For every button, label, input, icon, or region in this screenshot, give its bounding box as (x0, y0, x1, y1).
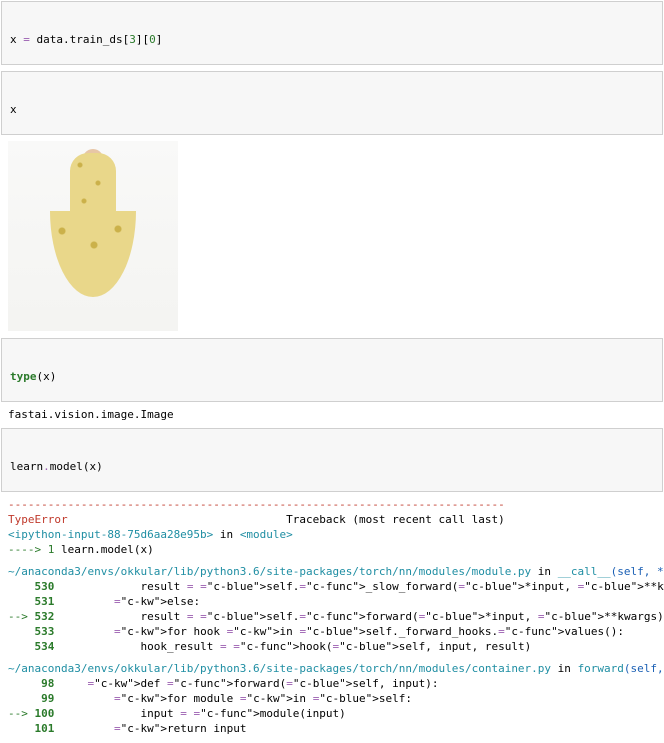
traceback-line: 531 ="c-kw">else: (8, 595, 656, 610)
code-cell-1[interactable]: x = data.train_ds[3][0] (1, 1, 663, 65)
code-cell-4-content: learn.model(x) (10, 460, 654, 473)
traceback-frame0-line: ----> 1 learn.model(x) (8, 543, 656, 558)
traceback-frame1-loc: ~/anaconda3/envs/okkular/lib/python3.6/s… (8, 565, 656, 580)
traceback-line: 99 ="c-kw">for module ="c-kw">in ="c-blu… (8, 692, 656, 707)
output-image-area (0, 135, 664, 337)
code-cell-2[interactable]: x (1, 71, 663, 135)
code-cell-3-content: type(x) (10, 370, 654, 383)
traceback-frame2-loc: ~/anaconda3/envs/okkular/lib/python3.6/s… (8, 662, 656, 677)
traceback-line: 533 ="c-kw">for hook ="c-kw">in ="c-blue… (8, 625, 656, 640)
dress-illustration (48, 153, 138, 323)
traceback-output: ----------------------------------------… (0, 492, 664, 743)
traceback-header: TypeError Traceback (most recent call la… (8, 513, 656, 528)
traceback-line: --> 532 result = ="c-blue">self.="c-func… (8, 610, 656, 625)
traceback-divider: ----------------------------------------… (8, 498, 656, 513)
output-image-placeholder (8, 141, 178, 331)
traceback-line: --> 100 input = ="c-func">module(input) (8, 707, 656, 722)
code-cell-2-content: x (10, 103, 654, 116)
traceback-frame2-lines: 98 ="c-kw">def ="c-func">forward(="c-blu… (8, 677, 656, 736)
traceback-line: 534 hook_result = ="c-func">hook(="c-blu… (8, 640, 656, 655)
traceback-frame0-loc: <ipython-input-88-75d6aa28e95b> in <modu… (8, 528, 656, 543)
output-text-area: fastai.vision.image.Image (0, 402, 664, 427)
code-cell-4[interactable]: learn.model(x) (1, 428, 663, 492)
type-output: fastai.vision.image.Image (8, 408, 656, 421)
traceback-frame1-lines: 530 result = ="c-blue">self.="c-func">_s… (8, 580, 656, 654)
code-cell-1-content: x = data.train_ds[3][0] (10, 33, 654, 46)
code-cell-3[interactable]: type(x) (1, 338, 663, 402)
traceback-line: 101 ="c-kw">return input (8, 722, 656, 737)
traceback-line: 530 result = ="c-blue">self.="c-func">_s… (8, 580, 656, 595)
traceback-line: 98 ="c-kw">def ="c-func">forward(="c-blu… (8, 677, 656, 692)
